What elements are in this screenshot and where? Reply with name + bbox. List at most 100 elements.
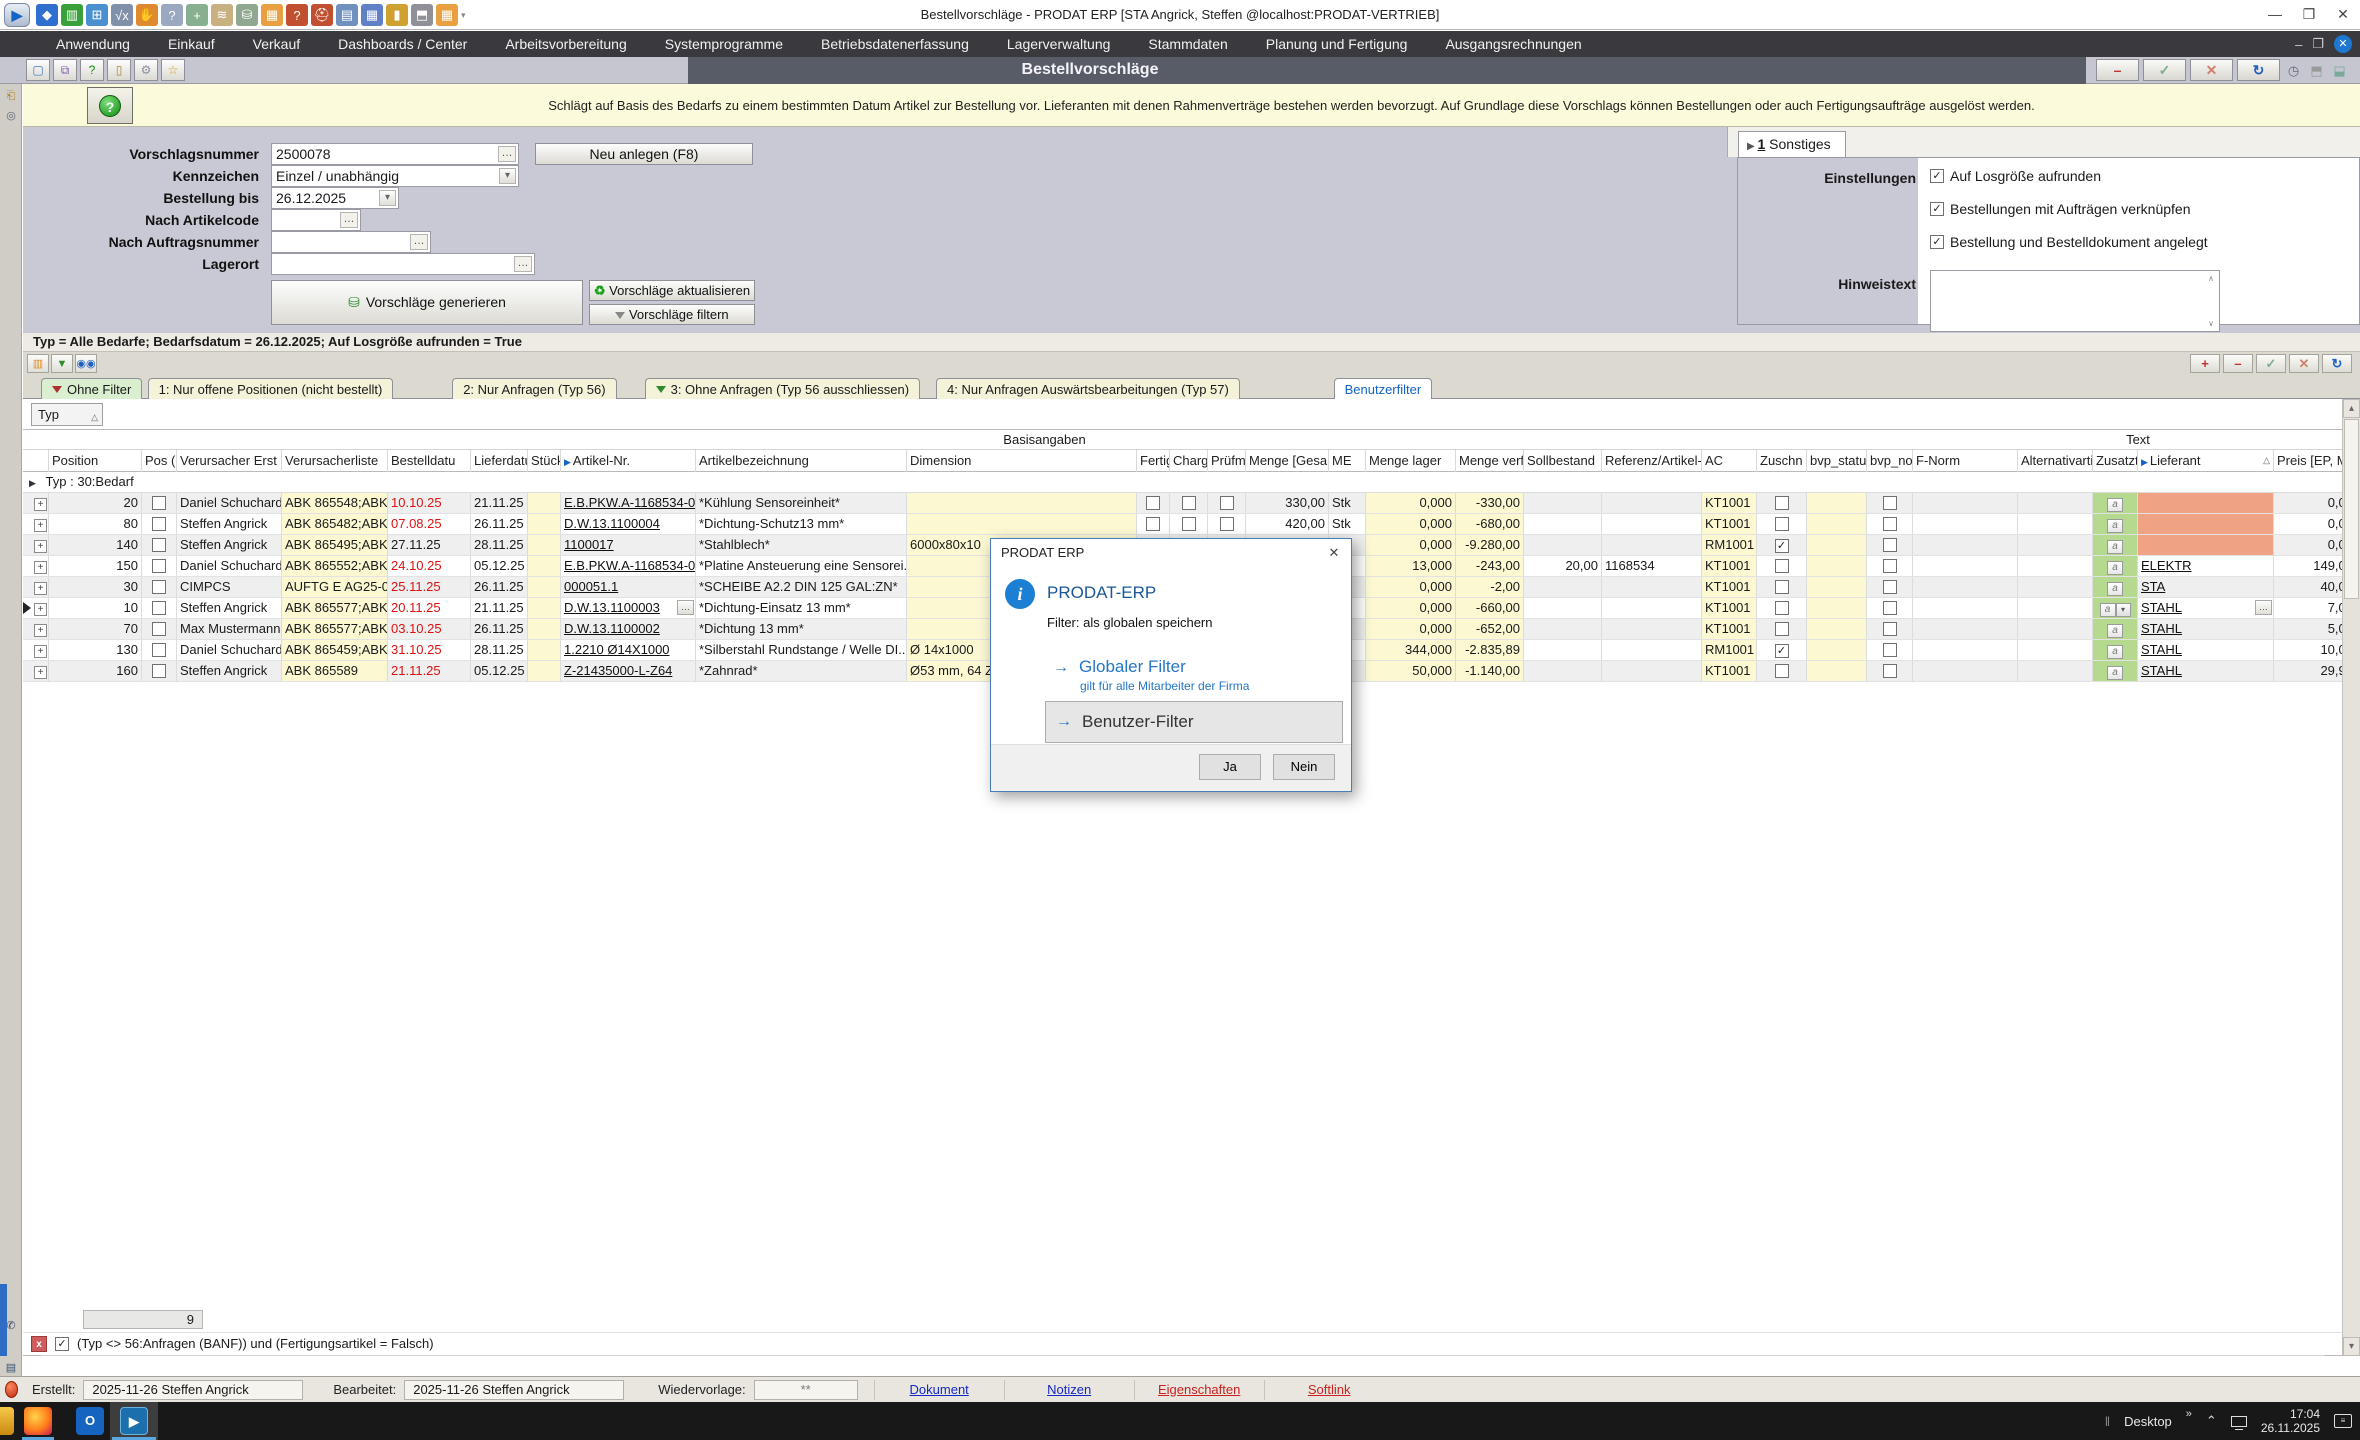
art-link[interactable]: E.B.PKW.A-1168534-0...	[564, 495, 696, 510]
bvp_no-checkbox[interactable]	[1883, 622, 1897, 636]
nein-button[interactable]: Nein	[1273, 754, 1335, 780]
chevron-down-icon[interactable]: ▾	[379, 190, 396, 206]
vertical-scrollbar[interactable]: ▴ ▾	[2342, 399, 2360, 1356]
vorschlaege-filtern-button[interactable]: Vorschläge filtern	[589, 304, 755, 325]
door-icon[interactable]: ⎗	[3, 88, 19, 104]
tray-expand-icon[interactable]: ⌃	[2206, 1413, 2217, 1429]
minimize-window-button[interactable]: —	[2258, 0, 2292, 29]
expand-row-icon[interactable]: +	[34, 645, 47, 658]
column-header-fertig[interactable]: Fertigu	[1137, 450, 1170, 472]
table-row[interactable]: +20Daniel Schuchard...ABK 865548;ABK 8..…	[23, 493, 2342, 514]
text-attachment-icon[interactable]: a	[2107, 666, 2123, 680]
statusbar-link-softlink[interactable]: Softlink	[1264, 1380, 1394, 1400]
hand-icon[interactable]: ✋	[136, 4, 158, 26]
pos_b-checkbox[interactable]	[152, 664, 166, 678]
outlook-icon[interactable]: O	[76, 1407, 104, 1435]
pos_b-checkbox[interactable]	[152, 643, 166, 657]
fertig-checkbox[interactable]	[1146, 496, 1160, 510]
lookup-dots-button[interactable]: …	[2255, 600, 2272, 615]
filter-tab-4-nur-anfragen-auswärtsbearbeitungen-typ-57-[interactable]: 4: Nur Anfragen Auswärtsbearbeitungen (T…	[936, 378, 1240, 399]
clipboard-icon[interactable]: ▯	[107, 59, 131, 81]
dialog-close-icon[interactable]: ✕	[1317, 539, 1351, 567]
pos_b-checkbox[interactable]	[152, 538, 166, 552]
bvp_no-checkbox[interactable]	[1883, 517, 1897, 531]
bvp_no-checkbox[interactable]	[1883, 580, 1897, 594]
remove-filter-icon[interactable]: x	[31, 1336, 47, 1352]
art-link[interactable]: D.W.13.1100002	[564, 621, 660, 636]
expand-row-icon[interactable]: +	[34, 561, 47, 574]
cabinet-icon[interactable]: ▤	[336, 4, 358, 26]
filter-tab-3-ohne-anfragen-typ-56-ausschliessen-[interactable]: 3: Ohne Anfragen (Typ 56 ausschliessen)	[645, 378, 920, 399]
menu-item-planung-und-fertigung[interactable]: Planung und Fertigung	[1266, 36, 1408, 52]
history-clock-icon[interactable]: ◷	[2284, 61, 2303, 80]
bvp_no-checkbox[interactable]	[1883, 664, 1897, 678]
zuschn-checkbox[interactable]	[1775, 644, 1789, 658]
scroll-up-icon[interactable]: ∧	[2205, 274, 2217, 283]
column-header-verursacher[interactable]: Verursacher Erst	[177, 450, 282, 472]
add-row-button[interactable]: +	[2190, 354, 2220, 373]
text-attachment-icon[interactable]: a	[2107, 624, 2123, 638]
lock-icon[interactable]: ⬒	[411, 4, 433, 26]
helmet-help-icon[interactable]: ?	[286, 4, 308, 26]
art-link[interactable]: Z-21435000-L-Z64	[564, 663, 672, 678]
text-attachment-icon[interactable]: a	[2107, 582, 2123, 596]
bvp_no-checkbox[interactable]	[1883, 496, 1897, 510]
minimize-view-icon[interactable]: –	[2295, 37, 2302, 52]
benutzer-filter-command-link[interactable]: →Benutzer-Filter	[1045, 701, 1343, 743]
pos_b-checkbox[interactable]	[152, 517, 166, 531]
column-header-charg[interactable]: Charg	[1170, 450, 1208, 472]
package-icon[interactable]: ⬒	[2307, 61, 2326, 80]
column-header-ac[interactable]: AC	[1702, 450, 1757, 472]
zuschn-checkbox[interactable]	[1775, 580, 1789, 594]
globaler-filter-command-link[interactable]: →Globaler Filter gilt für alle Mitarbeit…	[1053, 657, 1249, 693]
zuschn-checkbox[interactable]	[1775, 622, 1789, 636]
zuschn-checkbox[interactable]	[1775, 601, 1789, 615]
apply-button[interactable]: ✓	[2256, 354, 2286, 373]
column-header-liste[interactable]: Verursacherliste	[282, 450, 388, 472]
ruler-add-icon[interactable]: ⊞	[86, 4, 108, 26]
text-attachment-icon[interactable]: a	[2100, 603, 2116, 617]
vorschlagsnummer-lookup-button[interactable]: …	[498, 146, 516, 162]
lagerort-field[interactable]: …	[271, 253, 535, 275]
help-button[interactable]: ?	[87, 87, 133, 124]
lief-link[interactable]: STAHL	[2141, 663, 2182, 678]
art-link[interactable]: E.B.PKW.A-1168534-0...	[564, 558, 696, 573]
hinweistext-textarea[interactable]: ∧ ∨	[1930, 270, 2220, 332]
binoculars-icon[interactable]: ◉◉	[75, 354, 97, 373]
charg-checkbox[interactable]	[1182, 517, 1196, 531]
menu-item-betriebsdatenerfassung[interactable]: Betriebsdatenerfassung	[821, 36, 969, 52]
bvp_no-checkbox[interactable]	[1883, 601, 1897, 615]
pos_b-checkbox[interactable]	[152, 580, 166, 594]
scroll-icon[interactable]: ≋	[211, 4, 233, 26]
column-header-bestell[interactable]: Bestelldatu	[388, 450, 471, 472]
checkbox-auf-losgröße-aufrunden[interactable]	[1930, 169, 1944, 183]
formula-icon[interactable]: √x	[111, 4, 133, 26]
column-header-soll[interactable]: Sollbestand	[1524, 450, 1602, 472]
book-icon[interactable]: ▮	[386, 4, 408, 26]
notes-doc-icon[interactable]: ▤	[3, 1360, 19, 1376]
zuschn-checkbox[interactable]	[1775, 496, 1789, 510]
group-by-typ-chip[interactable]: Typ	[31, 403, 103, 426]
lief-link[interactable]: STAHL	[2141, 621, 2182, 636]
statusbar-link-notizen[interactable]: Notizen	[1004, 1380, 1134, 1400]
horizontal-scrollbar[interactable]: ‹ ›	[23, 1355, 2342, 1356]
wand-icon[interactable]: ☆	[161, 59, 185, 81]
filter-edit-icon[interactable]: ▼	[51, 354, 73, 373]
column-header-ref[interactable]: Referenz/Artikel-	[1602, 450, 1702, 472]
tab-sonstiges[interactable]: ▶ 1 Sonstiges	[1738, 131, 1846, 157]
text-attachment-icon[interactable]: a	[2107, 540, 2123, 554]
art-link[interactable]: 1.2210 Ø14X1000	[564, 642, 670, 657]
cancel-button[interactable]: ✕	[2190, 59, 2233, 81]
lief-link[interactable]: STA	[2141, 579, 2165, 594]
vscroll-thumb[interactable]	[2344, 419, 2359, 599]
basket-icon[interactable]: ⛁	[236, 4, 258, 26]
fertig-checkbox[interactable]	[1146, 517, 1160, 531]
pruefm-checkbox[interactable]	[1220, 496, 1234, 510]
expand-row-icon[interactable]: +	[34, 519, 47, 532]
column-header-me[interactable]: ME	[1329, 450, 1366, 472]
vorschlagsnummer-field[interactable]: 2500078…	[271, 143, 519, 165]
nach-artikelcode-field[interactable]: …	[271, 209, 361, 231]
chevron-down-icon[interactable]: ▾	[2116, 603, 2131, 617]
taskbar-clock[interactable]: 17:04 26.11.2025	[2261, 1407, 2320, 1435]
close-window-button[interactable]: ✕	[2326, 0, 2360, 29]
